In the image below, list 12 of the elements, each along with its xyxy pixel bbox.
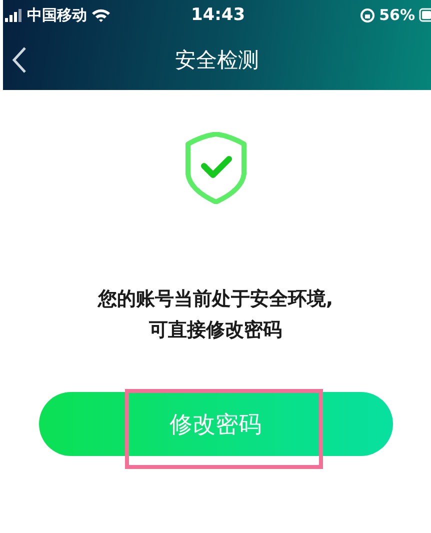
back-icon[interactable] (11, 46, 27, 74)
rotation-lock-icon (360, 8, 376, 22)
clock-time: 14:43 (190, 5, 246, 25)
page-title: 安全检测 (175, 47, 259, 74)
wifi-icon (91, 8, 111, 22)
change-password-button[interactable]: 修改密码 (38, 392, 392, 456)
battery-percent: 56% (379, 6, 415, 24)
battery-icon (419, 8, 431, 22)
message-text: 可直接修改密码 (149, 318, 282, 343)
carrier-name: 中国移动 (27, 6, 87, 24)
message-text: 您的账号当前处于安全环境, (98, 287, 334, 312)
signal-icon (5, 8, 23, 22)
